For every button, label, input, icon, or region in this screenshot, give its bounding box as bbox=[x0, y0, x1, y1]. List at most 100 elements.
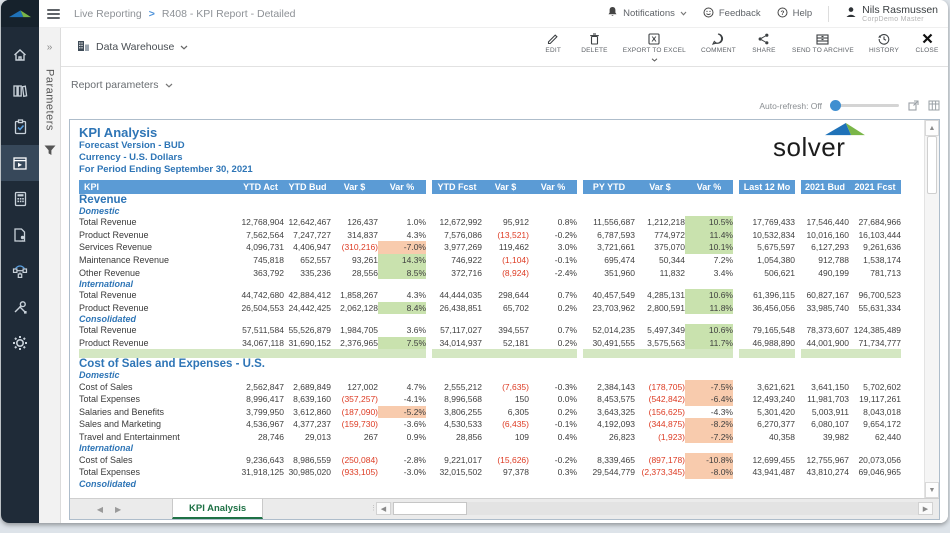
section-title: Cost of Sales and Expenses - U.S. bbox=[79, 358, 901, 370]
feedback-button[interactable]: Feedback bbox=[703, 7, 761, 21]
delete-button[interactable]: DELETE bbox=[581, 32, 608, 54]
cell: 44,444,035 bbox=[432, 289, 482, 302]
solver-logo-mark[interactable] bbox=[1, 0, 39, 27]
report-parameters-dropdown[interactable]: Report parameters bbox=[71, 79, 173, 91]
cell: 4.3% bbox=[378, 289, 426, 302]
open-in-window-icon[interactable] bbox=[908, 100, 919, 111]
cell: 0.4% bbox=[529, 431, 577, 444]
cell: -4.1% bbox=[378, 393, 426, 406]
cell: 4,377,237 bbox=[284, 418, 331, 431]
history-button[interactable]: HISTORY bbox=[869, 32, 899, 54]
sidebar-item-planning[interactable] bbox=[1, 181, 39, 217]
cell: 93,261 bbox=[331, 254, 378, 267]
edit-button[interactable]: EDIT bbox=[540, 32, 566, 54]
cell: 3,977,269 bbox=[432, 241, 482, 254]
toggle-knob[interactable] bbox=[830, 100, 841, 111]
cell: 1,858,267 bbox=[331, 289, 378, 302]
share-button[interactable]: SHARE bbox=[751, 32, 777, 54]
sidebar-item-settings[interactable] bbox=[1, 325, 39, 361]
cell: 79,165,548 bbox=[739, 324, 795, 337]
cell: 96,700,523 bbox=[849, 289, 901, 302]
prev-sheet-icon[interactable]: ◀ bbox=[97, 505, 103, 514]
cell: 124,385,489 bbox=[849, 324, 901, 337]
cell: 34,067,118 bbox=[237, 337, 284, 350]
library-icon bbox=[12, 83, 28, 99]
excel-icon: X bbox=[648, 32, 660, 45]
scroll-up-icon[interactable]: ▲ bbox=[925, 120, 939, 136]
vertical-scrollbar[interactable]: ▲ ▼ bbox=[924, 120, 939, 498]
parameters-panel-label[interactable]: Parameters bbox=[44, 69, 56, 131]
scroll-down-icon[interactable]: ▼ bbox=[925, 482, 939, 498]
breadcrumb-section[interactable]: Live Reporting bbox=[74, 8, 142, 20]
warehouse-icon bbox=[77, 40, 90, 55]
help-icon: ? bbox=[777, 7, 788, 21]
cell: (542,842) bbox=[635, 393, 685, 406]
cell: 11.4% bbox=[685, 229, 733, 242]
comment-button[interactable]: COMMENT bbox=[701, 32, 736, 54]
pencil-icon bbox=[547, 32, 559, 45]
cell: 6,270,377 bbox=[739, 418, 795, 431]
user-menu[interactable]: Nils Rasmussen CorpDemo Master bbox=[845, 5, 938, 23]
trash-icon bbox=[589, 32, 600, 45]
export-to-excel-button[interactable]: X EXPORT TO EXCEL bbox=[623, 32, 686, 62]
horizontal-scrollbar[interactable]: ⋮ ◀ ▶ bbox=[370, 502, 933, 515]
data-source-dropdown[interactable]: Data Warehouse bbox=[77, 40, 188, 55]
cell: 150 bbox=[482, 393, 529, 406]
cell: 6,127,293 bbox=[801, 241, 849, 254]
cell: 14.3% bbox=[378, 254, 426, 267]
group-title: International bbox=[79, 443, 901, 453]
group-title: Domestic bbox=[79, 206, 901, 216]
cell: 109 bbox=[482, 431, 529, 444]
sidebar-item-assignments[interactable] bbox=[1, 109, 39, 145]
cell: 31,690,152 bbox=[284, 337, 331, 350]
sidebar-item-integrations[interactable] bbox=[1, 253, 39, 289]
cell: 298,644 bbox=[482, 289, 529, 302]
kpi-report-table: KPIYTD ActYTD BudVar $Var %YTD FcstVar $… bbox=[79, 180, 901, 489]
scroll-left-icon[interactable]: ◀ bbox=[376, 502, 391, 515]
next-sheet-icon[interactable]: ▶ bbox=[115, 505, 121, 514]
column-header: Last 12 Mo bbox=[739, 180, 795, 194]
help-button[interactable]: ? Help bbox=[777, 7, 813, 21]
chevron-down-icon bbox=[651, 56, 658, 62]
column-header: PY YTD bbox=[583, 180, 635, 194]
sidebar-item-home[interactable] bbox=[1, 37, 39, 73]
expand-panel-chevron-icon[interactable]: » bbox=[47, 42, 53, 53]
vertical-scroll-thumb[interactable] bbox=[927, 136, 937, 194]
sheet-tab-kpi-analysis[interactable]: KPI Analysis bbox=[172, 499, 263, 519]
notifications-button[interactable]: Notifications bbox=[607, 6, 687, 21]
cell: 43,810,274 bbox=[801, 466, 849, 479]
table-row: Services Revenue4,096,7314,406,947(310,2… bbox=[79, 241, 901, 254]
horizontal-scroll-thumb[interactable] bbox=[393, 502, 467, 515]
cell: 3,806,255 bbox=[432, 406, 482, 419]
cell: 60,827,167 bbox=[801, 289, 849, 302]
table-row: Product Revenue26,504,55324,442,4252,062… bbox=[79, 302, 901, 315]
band-cell bbox=[378, 349, 426, 358]
cell: 781,713 bbox=[849, 266, 901, 279]
section-row: Cost of Sales and Expenses - U.S. bbox=[79, 358, 901, 370]
section-title: Revenue bbox=[79, 194, 901, 206]
svg-text:X: X bbox=[652, 34, 657, 43]
cell: (156,625) bbox=[635, 406, 685, 419]
band-cell bbox=[583, 349, 635, 358]
send-to-archive-button[interactable]: SEND TO ARCHIVE bbox=[792, 32, 854, 54]
cell: 4,406,947 bbox=[284, 241, 331, 254]
cell: 12,493,240 bbox=[739, 393, 795, 406]
sidebar-item-user-documents[interactable] bbox=[1, 217, 39, 253]
auto-refresh-toggle[interactable] bbox=[831, 104, 899, 107]
menu-icon[interactable] bbox=[47, 7, 60, 21]
cell: -6.4% bbox=[685, 393, 733, 406]
grid-view-icon[interactable] bbox=[928, 100, 940, 111]
sidebar-item-live-reporting[interactable] bbox=[1, 145, 39, 181]
cell: (357,257) bbox=[331, 393, 378, 406]
scroll-right-icon[interactable]: ▶ bbox=[918, 502, 933, 515]
cell: 39,982 bbox=[801, 431, 849, 444]
sidebar-item-library[interactable] bbox=[1, 73, 39, 109]
cell: 8,339,465 bbox=[583, 453, 635, 466]
column-header: YTD Fcst bbox=[432, 180, 482, 194]
cell: 394,557 bbox=[482, 324, 529, 337]
cell: (159,730) bbox=[331, 418, 378, 431]
sidebar-item-tools[interactable] bbox=[1, 289, 39, 325]
column-header: Var $ bbox=[635, 180, 685, 194]
close-button[interactable]: CLOSE bbox=[914, 32, 940, 54]
cell: 3,641,150 bbox=[801, 380, 849, 393]
